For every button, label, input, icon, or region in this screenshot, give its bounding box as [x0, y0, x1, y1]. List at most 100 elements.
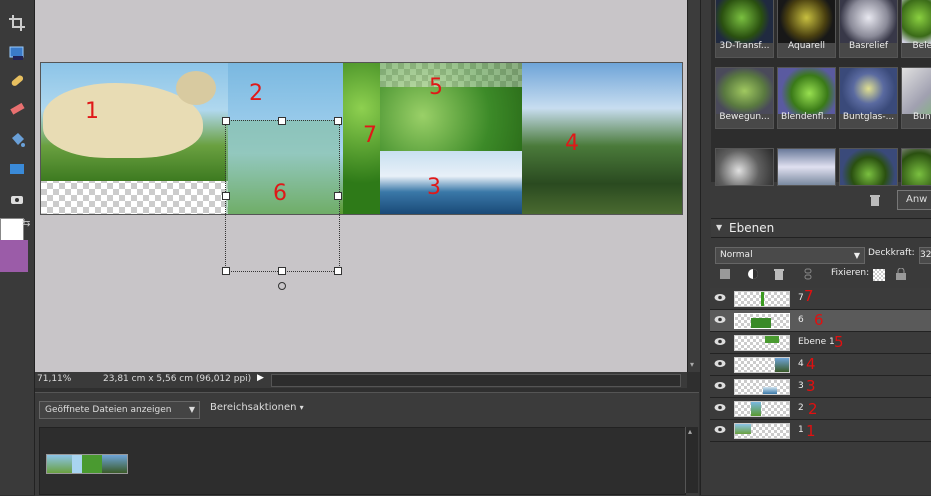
eye-icon[interactable]	[714, 425, 726, 434]
apply-effect-button[interactable]: Anw	[897, 190, 931, 210]
smart-brush-icon[interactable]	[5, 188, 29, 210]
eye-icon[interactable]	[714, 381, 726, 390]
label-7: 7	[363, 123, 377, 148]
vertical-scrollbar[interactable]: ▾	[687, 0, 700, 372]
scroll-down-icon[interactable]: ▾	[690, 360, 694, 369]
sheep-head	[176, 71, 216, 105]
effect-thumbnail	[716, 0, 773, 43]
layers-panel-title: Ebenen	[729, 221, 775, 235]
shape-tool-icon[interactable]	[5, 158, 29, 180]
adjustment-layer-icon[interactable]	[747, 268, 761, 283]
bin-view-dropdown[interactable]: Geöffnete Dateien anzeigen ▼	[39, 401, 200, 419]
swap-colors-icon[interactable]: ⇆	[22, 218, 30, 229]
effect-buntglas[interactable]: Buntglas-...	[839, 67, 898, 129]
transform-handle[interactable]	[334, 192, 342, 200]
layer-row[interactable]: 3 3	[710, 376, 931, 398]
status-menu-arrow-icon[interactable]: ▶	[257, 373, 264, 383]
effect-label: Buntglas-...	[842, 112, 895, 122]
label-3: 3	[427, 175, 441, 200]
bin-scrollbar[interactable]: ▴	[685, 427, 698, 493]
transform-handle[interactable]	[222, 267, 230, 275]
layer-row[interactable]: 2 2	[710, 398, 931, 420]
effect-tile[interactable]	[839, 148, 898, 186]
eye-icon[interactable]	[714, 315, 726, 324]
effect-beleuchtung[interactable]: Beleuch	[901, 0, 931, 58]
transform-handle[interactable]	[278, 117, 286, 125]
sheep-photo	[41, 63, 228, 181]
bin-content	[39, 427, 686, 495]
link-layers-icon[interactable]	[803, 268, 813, 283]
effect-3d-transform[interactable]: 3D-Transf...	[715, 0, 774, 58]
bin-view-label: Geöffnete Dateien anzeigen	[45, 405, 172, 415]
layer-annotation: 4	[806, 355, 816, 373]
effect-label: Buntstif	[913, 112, 931, 122]
effect-basrelief[interactable]: Basrelief	[839, 0, 898, 58]
background-color-swatch[interactable]	[0, 240, 28, 272]
layer-name: Ebene 1	[798, 337, 835, 347]
effect-thumbnail	[778, 0, 835, 43]
chevron-down-icon: ▾	[299, 403, 304, 412]
eye-icon[interactable]	[714, 293, 726, 302]
trash-icon[interactable]	[869, 194, 881, 209]
layers-panel-header[interactable]: ▼ Ebenen	[711, 218, 931, 238]
effect-tile[interactable]	[715, 148, 774, 186]
layer-annotation: 1	[806, 422, 816, 440]
effect-thumbnail	[840, 68, 897, 114]
effect-tile[interactable]	[901, 148, 931, 186]
effect-aquarell[interactable]: Aquarell	[777, 0, 836, 58]
healing-brush-icon[interactable]	[5, 70, 29, 92]
transform-bounding-box[interactable]	[222, 117, 342, 290]
layer-annotation: 2	[808, 400, 818, 418]
layer-row[interactable]: Ebene 1 5	[710, 332, 931, 354]
open-file-thumbnail[interactable]	[46, 454, 128, 474]
effect-buntstift[interactable]: Buntstif	[901, 67, 931, 129]
eye-icon[interactable]	[714, 403, 726, 412]
new-layer-icon[interactable]	[719, 268, 731, 283]
horizontal-scrollbar[interactable]	[271, 374, 681, 387]
effect-bewegung[interactable]: Bewegun...	[715, 67, 774, 129]
coast-photo	[380, 151, 522, 214]
tool-bar: ⇆	[0, 0, 35, 495]
recompose-tool-icon[interactable]	[5, 42, 29, 64]
layer-row[interactable]: 7 7	[710, 287, 931, 310]
layer-row[interactable]: 1 1	[710, 420, 931, 442]
transform-handle[interactable]	[222, 192, 230, 200]
thumb-part	[72, 455, 82, 473]
crop-tool-icon[interactable]	[5, 12, 29, 34]
layer-row-selected[interactable]: 6 6	[710, 310, 931, 332]
transform-handle[interactable]	[222, 117, 230, 125]
blend-mode-select[interactable]: Normal ▼	[715, 247, 865, 264]
document-canvas[interactable]: 1 2 3 4 5 6 7	[35, 0, 687, 372]
eye-icon[interactable]	[714, 359, 726, 368]
eye-icon[interactable]	[714, 337, 726, 346]
rotate-handle[interactable]	[278, 282, 286, 290]
delete-layer-icon[interactable]	[773, 268, 785, 283]
cliff-photo	[522, 63, 682, 214]
effect-blendenflecke[interactable]: Blendenfl...	[777, 67, 836, 129]
effect-thumbnail	[840, 149, 897, 185]
zoom-level[interactable]: 71,11%	[37, 374, 71, 384]
label-4: 4	[565, 131, 579, 156]
layer-row[interactable]: 4 4	[710, 354, 931, 376]
lock-transparency-icon[interactable]	[873, 269, 885, 281]
chevron-down-icon: ▼	[188, 405, 195, 414]
scroll-up-icon[interactable]: ▴	[688, 427, 692, 436]
layer-thumbnail	[734, 401, 790, 417]
transform-handle[interactable]	[278, 267, 286, 275]
layer-thumbnail	[734, 357, 790, 373]
opacity-input[interactable]: 32°	[919, 247, 931, 264]
layer-annotation: 7	[804, 287, 814, 305]
paint-bucket-icon[interactable]	[5, 128, 29, 150]
blend-mode-value: Normal	[720, 250, 753, 260]
layer-name: 6	[798, 315, 804, 325]
transform-handle[interactable]	[334, 117, 342, 125]
status-bar: 71,11% 23,81 cm x 5,56 cm (96,012 ppi) ▶	[35, 372, 687, 388]
effect-thumbnail	[840, 0, 897, 43]
bin-actions-menu[interactable]: Bereichsaktionen ▾	[210, 402, 304, 413]
eraser-tool-icon[interactable]	[5, 98, 29, 120]
lock-all-icon[interactable]	[895, 267, 907, 283]
transform-handle[interactable]	[334, 267, 342, 275]
effect-tile[interactable]	[777, 148, 836, 186]
layer-thumbnail	[734, 423, 790, 439]
collapse-triangle-icon[interactable]: ▼	[716, 223, 722, 232]
